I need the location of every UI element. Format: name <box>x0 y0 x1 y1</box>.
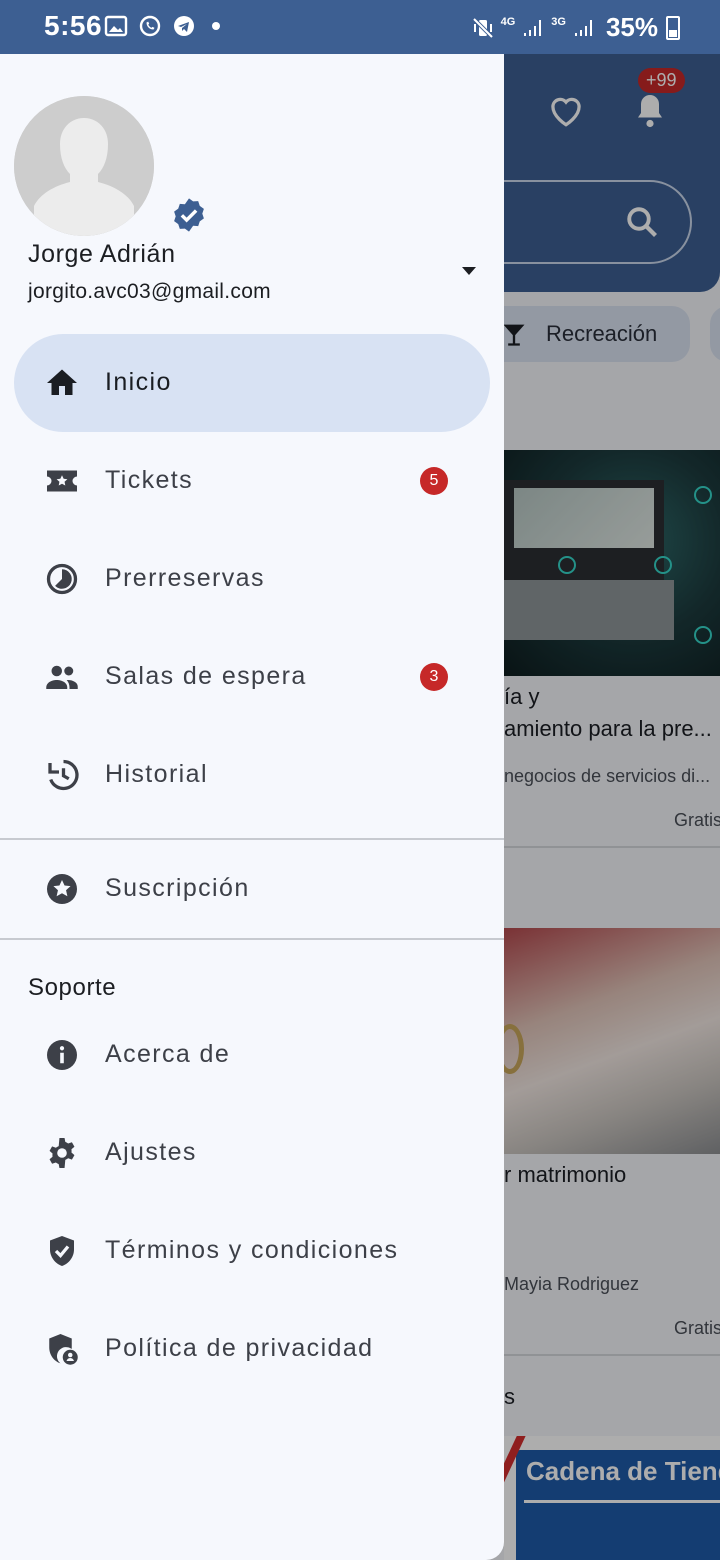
user-name: Jorge Adrián <box>28 240 176 268</box>
nav-label: Prerreservas <box>105 564 265 592</box>
nav-label: Acerca de <box>105 1040 231 1068</box>
people-icon <box>46 665 78 689</box>
nav-label: Salas de espera <box>105 662 307 690</box>
nav-item-salas-de-espera[interactable]: Salas de espera 3 <box>14 628 490 726</box>
nav-item-inicio[interactable]: Inicio <box>14 334 490 432</box>
gear-icon <box>49 1138 75 1168</box>
nav-label: Términos y condiciones <box>105 1236 399 1264</box>
shield-check-icon <box>50 1236 74 1266</box>
nav-label: Historial <box>105 760 208 788</box>
telegram-icon <box>174 16 194 36</box>
whatsapp-icon <box>139 15 161 37</box>
gallery-icon <box>104 15 128 37</box>
tickets-count-badge: 5 <box>420 467 448 495</box>
signal-icon-2 <box>574 19 592 36</box>
nav-item-ajustes[interactable]: Ajustes <box>14 1104 490 1202</box>
status-bar: 5:56 4G 3G 35% <box>0 0 720 54</box>
nav-item-terminos[interactable]: Términos y condiciones <box>14 1202 490 1300</box>
battery-icon <box>666 15 680 40</box>
nav-item-acerca-de[interactable]: Acerca de <box>14 1006 490 1104</box>
ticket-icon <box>47 470 77 492</box>
status-left-icons <box>104 14 220 38</box>
vibrate-mute-icon <box>472 17 493 38</box>
navigation-drawer: Jorge Adrián jorgito.avc03@gmail.com Ini… <box>0 54 504 1560</box>
nav-item-tickets[interactable]: Tickets 5 <box>14 432 490 530</box>
user-email: jorgito.avc03@gmail.com <box>28 280 271 303</box>
nav-label: Inicio <box>105 368 172 396</box>
nav-label: Ajustes <box>105 1138 197 1166</box>
network-type-2: 3G <box>551 15 566 28</box>
pie-clock-icon <box>46 563 78 595</box>
verified-badge-icon <box>174 198 204 232</box>
nav-label: Política de privacidad <box>105 1334 374 1362</box>
status-right-icons: 4G 3G 35% <box>471 12 680 43</box>
notification-dot <box>212 22 220 30</box>
home-icon <box>47 369 77 395</box>
nav-item-suscripcion[interactable]: Suscripción <box>14 840 490 938</box>
info-icon <box>47 1040 77 1070</box>
status-time: 5:56 <box>44 10 103 41</box>
nav-item-privacidad[interactable]: Política de privacidad <box>14 1300 490 1398</box>
account-dropdown-icon[interactable] <box>461 265 477 277</box>
section-header-soporte: Soporte <box>28 974 117 1001</box>
drawer-divider <box>0 938 504 940</box>
default-avatar-icon <box>14 96 154 236</box>
nav-item-historial[interactable]: Historial <box>14 726 490 824</box>
star-circle-icon <box>47 874 77 904</box>
shield-user-icon <box>49 1334 78 1365</box>
avatar[interactable] <box>14 96 154 236</box>
network-type-1: 4G <box>500 15 516 28</box>
salas-count-badge: 3 <box>420 663 448 691</box>
battery-level: 35% <box>605 12 658 42</box>
nav-label: Tickets <box>105 466 194 494</box>
nav-item-prerreservas[interactable]: Prerreservas <box>14 530 490 628</box>
signal-icon <box>524 19 542 36</box>
history-icon <box>48 759 79 791</box>
nav-label: Suscripción <box>105 874 250 902</box>
